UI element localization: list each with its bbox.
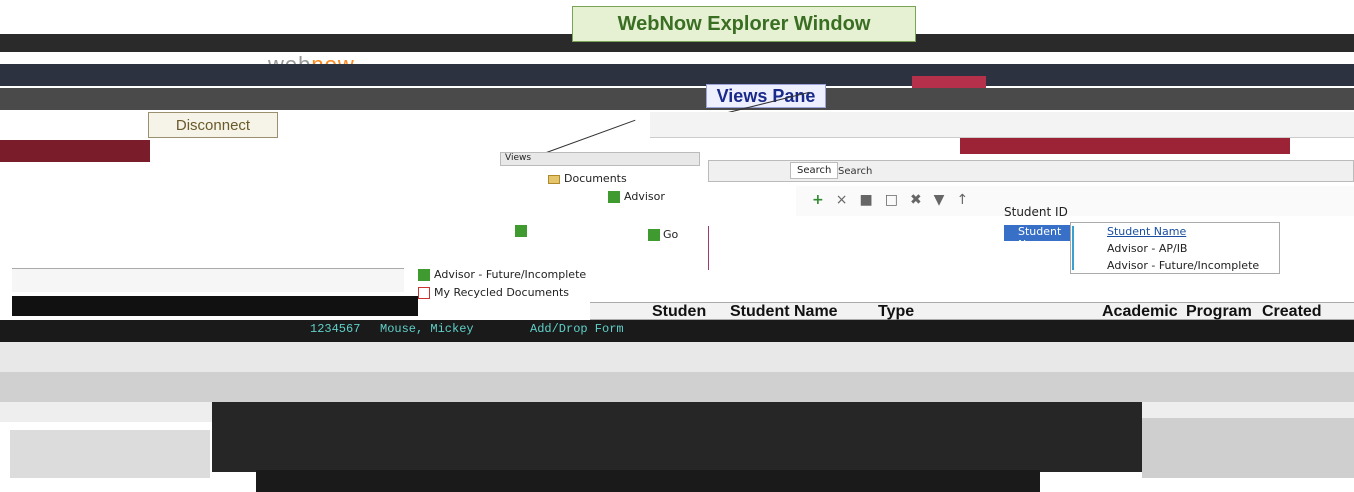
right-bottom-panel: [1142, 418, 1354, 478]
views-tree: Documents Advisor: [548, 170, 665, 206]
column-header[interactable]: Student Name: [730, 303, 838, 321]
column-header[interactable]: Type: [878, 303, 914, 321]
close-icon[interactable]: ×: [836, 192, 860, 208]
left-panel-strip: [12, 268, 404, 292]
folder-icon: [548, 174, 560, 184]
accent-ribbon: [960, 138, 1290, 154]
go-arrow-icon: [648, 229, 660, 241]
pane-divider: [708, 226, 709, 270]
left-panel-band: [12, 296, 418, 316]
search-field-label: Search: [838, 166, 873, 177]
left-bottom-panel: [10, 430, 210, 478]
filter-icon[interactable]: ▼: [934, 192, 957, 208]
results-grid-header: Studen Student Name Type Academic Progra…: [590, 302, 1354, 320]
dropdown-option[interactable]: Advisor - AP/IB: [1071, 240, 1279, 257]
table-row[interactable]: [0, 372, 1354, 402]
app-title-bar: [0, 64, 1354, 86]
up-icon[interactable]: ↑: [956, 192, 980, 208]
footer-band: [256, 470, 1040, 492]
disconnect-button[interactable]: Disconnect: [148, 112, 278, 138]
column-header[interactable]: Created: [1262, 303, 1322, 321]
views-pane-header: Views: [500, 152, 700, 166]
tab-search[interactable]: Search: [790, 162, 839, 179]
callout-views-pane: Views Pane: [706, 84, 826, 108]
view-icon: [608, 191, 620, 203]
search-field-student-id[interactable]: Student ID: [1004, 205, 1068, 219]
document-preview-area: [212, 402, 1142, 472]
main-toolbar: [0, 88, 1354, 110]
column-header[interactable]: Studen: [652, 303, 706, 321]
dropdown-option[interactable]: Advisor - Future/Incomplete: [1071, 257, 1279, 274]
delete-icon[interactable]: ✖: [910, 192, 934, 208]
copy-icon[interactable]: □: [885, 192, 910, 208]
tree-item-advisor-future[interactable]: Advisor - Future/Incomplete: [418, 266, 586, 284]
tree-item-recycled[interactable]: My Recycled Documents: [418, 284, 586, 302]
views-tree-lower: Advisor - Future/Incomplete My Recycled …: [418, 266, 586, 302]
recycle-bin-icon: [418, 287, 430, 299]
left-nav-band: [0, 140, 150, 162]
go-button[interactable]: Go: [648, 228, 678, 241]
tree-item-documents[interactable]: Documents: [548, 170, 665, 188]
table-row[interactable]: 1234567 Mouse, Mickey Add/Drop Form: [10, 322, 1010, 338]
go-arrow-icon[interactable]: [515, 225, 527, 237]
view-icon: [418, 269, 430, 281]
column-header[interactable]: Academic: [1102, 303, 1178, 321]
column-header[interactable]: Program: [1186, 303, 1252, 321]
pane-divider: [1072, 226, 1074, 270]
save-icon[interactable]: ■: [859, 192, 884, 208]
explorer-toolbar: [650, 112, 1354, 138]
dropdown-option[interactable]: Student Name: [1071, 223, 1279, 240]
table-row[interactable]: [0, 342, 1354, 372]
view-dropdown-list: Student Name Advisor - AP/IB Advisor - F…: [1070, 222, 1280, 274]
search-toolbar-icons: +×■□✖▼↑: [812, 192, 980, 208]
add-icon[interactable]: +: [812, 192, 836, 208]
callout-explorer-window: WebNow Explorer Window: [572, 6, 916, 42]
tree-item-advisor[interactable]: Advisor: [548, 188, 665, 206]
